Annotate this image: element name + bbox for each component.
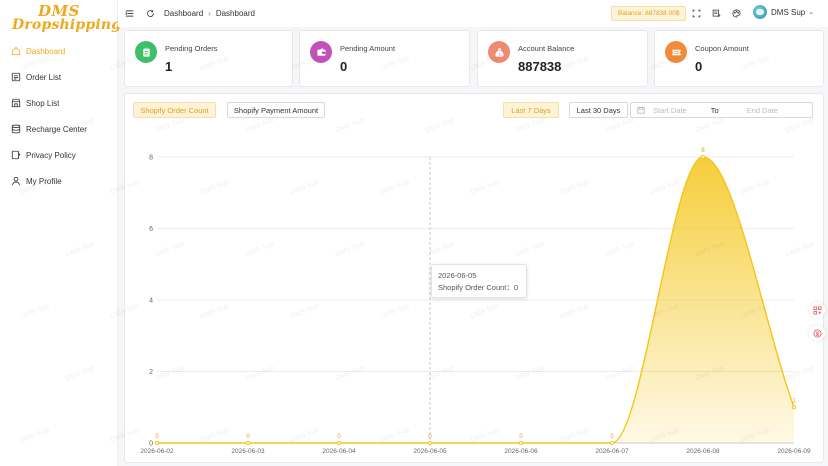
sidebar-item-label: Recharge Center <box>26 124 87 134</box>
user-menu[interactable]: DMS Sup ⌄ <box>753 5 814 19</box>
header-tools <box>688 5 744 21</box>
chevron-down-icon: ⌄ <box>808 9 815 16</box>
stat-card-pending-orders: Pending Orders 1 <box>124 30 293 87</box>
x-tick-label: 2026-06-09 <box>777 448 811 455</box>
stat-card-account-balance: $ Account Balance 887838 <box>477 30 648 87</box>
brand-logo-bottom: Dropshipping <box>12 17 122 33</box>
data-point <box>610 441 614 445</box>
stat-value: 0 <box>695 59 703 74</box>
balance-badge: Balance: 887838.00$ <box>611 6 687 21</box>
refresh-icon[interactable] <box>142 6 158 22</box>
tooltip-value: Shopify Order Count：0 <box>438 283 519 292</box>
x-tick-label: 2026-06-02 <box>140 448 174 455</box>
sidebar-item-label: Dashboard <box>26 46 66 56</box>
y-tick-label: 8 <box>149 155 153 162</box>
money-bag-icon: $ <box>488 41 510 63</box>
x-tick-label: 2026-06-04 <box>322 448 356 455</box>
clipboard-icon <box>135 41 157 63</box>
x-tick-label: 2026-06-08 <box>686 448 720 455</box>
sidebar-item-order-list[interactable]: Order List <box>0 64 117 90</box>
x-tick-label: 2026-06-03 <box>231 448 265 455</box>
data-point <box>792 405 796 410</box>
sidebar-nav: Dashboard Order List Shop List Recharge … <box>0 38 117 194</box>
x-tick-label: 2026-06-07 <box>595 448 629 455</box>
stat-value: 1 <box>165 59 173 74</box>
data-point <box>519 441 523 445</box>
breadcrumb: Dashboard › Dashboard <box>164 9 255 18</box>
tooltip-date: 2026-06-05 <box>438 271 477 280</box>
data-label: 0 <box>337 434 341 440</box>
brand-logo[interactable]: DMS Dropshipping <box>0 0 122 36</box>
fullscreen-icon[interactable] <box>688 5 704 21</box>
data-point <box>428 441 432 445</box>
x-tick-label: 2026-06-05 <box>413 448 447 455</box>
y-tick-label: 0 <box>149 441 153 448</box>
breadcrumb-item-root[interactable]: Dashboard <box>164 9 203 18</box>
sidebar-item-shop-list[interactable]: Shop List <box>0 90 117 116</box>
data-point <box>246 441 250 445</box>
data-label: 0 <box>155 434 159 440</box>
sidebar-item-label: Order List <box>26 72 62 82</box>
policy-icon <box>11 150 21 160</box>
breadcrumb-item-current: Dashboard <box>215 9 255 18</box>
breadcrumb-chevron-icon: › <box>208 9 211 18</box>
y-tick-label: 2 <box>149 369 153 376</box>
coupon-icon <box>665 41 687 63</box>
data-point <box>155 441 159 445</box>
sidebar-item-label: Privacy Policy <box>26 150 76 160</box>
stat-label: Pending Orders <box>165 44 218 53</box>
apps-grid-icon <box>812 305 822 315</box>
menu-toggle-icon[interactable] <box>121 6 137 22</box>
sidebar-item-recharge-center[interactable]: Recharge Center <box>0 116 117 142</box>
sidebar-item-label: Shop List <box>26 98 60 108</box>
data-point <box>701 155 705 159</box>
stat-label: Pending Amount <box>340 44 396 53</box>
data-label: 8 <box>701 148 705 154</box>
chart-panel: Shopify Order Count Shopify Payment Amou… <box>124 93 824 463</box>
sidebar: DMS Dropshipping Dashboard Order List Sh… <box>0 0 122 466</box>
stat-card-coupon-amount: Coupon Amount 0 <box>654 30 824 87</box>
sidebar-item-privacy-policy[interactable]: Privacy Policy <box>0 142 117 168</box>
language-icon[interactable] <box>708 5 724 21</box>
sidebar-item-dashboard[interactable]: Dashboard <box>0 38 117 64</box>
stat-value: 887838 <box>518 59 562 74</box>
app-root: DMS Dropshipping Dashboard Order List Sh… <box>0 0 828 466</box>
y-tick-label: 6 <box>149 226 153 233</box>
x-tick-label: 2026-06-06 <box>504 448 538 455</box>
home-icon <box>11 46 21 56</box>
top-header: Dashboard › Dashboard Balance: 887838.00… <box>118 0 828 27</box>
document-icon <box>11 72 21 82</box>
data-point <box>337 441 341 445</box>
data-label: 0 <box>246 434 250 440</box>
stat-card-pending-amount: Pending Amount 0 <box>299 30 470 87</box>
store-icon <box>11 98 21 108</box>
wallet-icon <box>310 41 332 63</box>
sidebar-item-my-profile[interactable]: My Profile <box>0 168 117 194</box>
translate-icon <box>812 328 822 338</box>
y-tick-label: 4 <box>149 298 153 305</box>
chart-tooltip: 2026-06-05 Shopify Order Count：0 <box>431 264 527 298</box>
data-label: 0 <box>519 434 523 440</box>
data-label: 0 <box>610 434 614 440</box>
avatar <box>753 5 767 19</box>
data-label: 1 <box>792 398 796 404</box>
data-label: 0 <box>428 434 432 440</box>
database-icon <box>11 124 21 134</box>
floating-translate-button[interactable] <box>809 325 825 341</box>
sidebar-item-label: My Profile <box>26 176 62 186</box>
stat-value: 0 <box>340 59 348 74</box>
user-icon <box>12 176 20 186</box>
stat-label: Coupon Amount <box>695 44 749 53</box>
user-name: DMS Sup <box>771 7 806 17</box>
theme-palette-icon[interactable] <box>728 5 744 21</box>
svg-text:$: $ <box>498 51 501 56</box>
stat-label: Account Balance <box>518 44 575 53</box>
floating-apps-button[interactable] <box>809 302 825 318</box>
